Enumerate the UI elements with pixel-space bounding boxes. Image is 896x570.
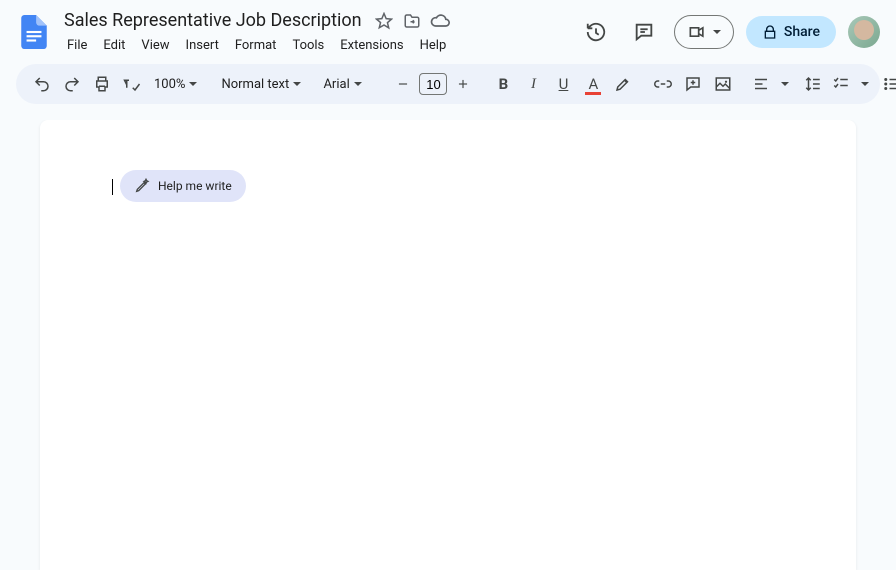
chevron-down-icon — [189, 82, 197, 86]
menubar: File Edit View Insert Format Tools Exten… — [60, 35, 578, 56]
align-dropdown[interactable] — [773, 70, 797, 98]
doc-title[interactable]: Sales Representative Job Description — [60, 8, 366, 33]
line-spacing-button[interactable] — [799, 70, 827, 98]
document-page[interactable]: Help me write — [40, 120, 856, 570]
style-select[interactable]: Normal text — [215, 70, 305, 98]
chevron-down-icon — [293, 82, 301, 86]
toolbar: 100% Normal text Arial B I U A — [16, 64, 880, 104]
pencil-sparkle-icon — [134, 178, 150, 194]
menu-insert[interactable]: Insert — [179, 35, 226, 56]
checklist-dropdown[interactable] — [853, 70, 877, 98]
align-button[interactable] — [749, 70, 773, 98]
cloud-status-icon[interactable] — [430, 11, 450, 31]
font-size-increase[interactable] — [449, 70, 477, 98]
menu-tools[interactable]: Tools — [285, 35, 331, 56]
spellcheck-button[interactable] — [118, 70, 146, 98]
style-value: Normal text — [221, 77, 289, 92]
move-icon[interactable] — [402, 11, 422, 31]
chevron-down-icon — [781, 82, 789, 86]
docs-logo[interactable] — [16, 14, 52, 50]
font-select[interactable]: Arial — [317, 70, 377, 98]
zoom-value: 100% — [154, 77, 185, 92]
checklist-button[interactable] — [829, 70, 853, 98]
share-label: Share — [784, 24, 820, 40]
star-icon[interactable] — [374, 11, 394, 31]
font-size-input[interactable] — [419, 73, 447, 95]
avatar[interactable] — [848, 16, 880, 48]
share-button[interactable]: Share — [746, 16, 836, 48]
italic-button[interactable]: I — [519, 70, 547, 98]
print-button[interactable] — [88, 70, 116, 98]
menu-format[interactable]: Format — [228, 35, 284, 56]
comments-icon[interactable] — [626, 14, 662, 50]
zoom-select[interactable]: 100% — [148, 70, 203, 98]
bold-button[interactable]: B — [489, 70, 517, 98]
help-me-write-chip[interactable]: Help me write — [120, 170, 246, 202]
text-cursor — [112, 179, 113, 195]
underline-button[interactable]: U — [549, 70, 577, 98]
redo-button[interactable] — [58, 70, 86, 98]
insert-link-button[interactable] — [649, 70, 677, 98]
video-call-button[interactable] — [674, 15, 734, 49]
help-me-write-label: Help me write — [158, 179, 232, 193]
undo-button[interactable] — [28, 70, 56, 98]
bullet-list-button[interactable] — [879, 70, 896, 98]
chevron-down-icon — [861, 82, 869, 86]
chevron-down-icon — [354, 82, 362, 86]
font-size-decrease[interactable] — [389, 70, 417, 98]
history-icon[interactable] — [578, 14, 614, 50]
chevron-down-icon — [713, 30, 721, 34]
menu-view[interactable]: View — [134, 35, 176, 56]
insert-image-button[interactable] — [709, 70, 737, 98]
menu-extensions[interactable]: Extensions — [333, 35, 410, 56]
highlight-button[interactable] — [609, 70, 637, 98]
menu-help[interactable]: Help — [413, 35, 454, 56]
menu-file[interactable]: File — [60, 35, 94, 56]
menu-edit[interactable]: Edit — [96, 35, 132, 56]
font-value: Arial — [323, 77, 349, 92]
text-color-button[interactable]: A — [579, 70, 607, 98]
insert-comment-button[interactable] — [679, 70, 707, 98]
